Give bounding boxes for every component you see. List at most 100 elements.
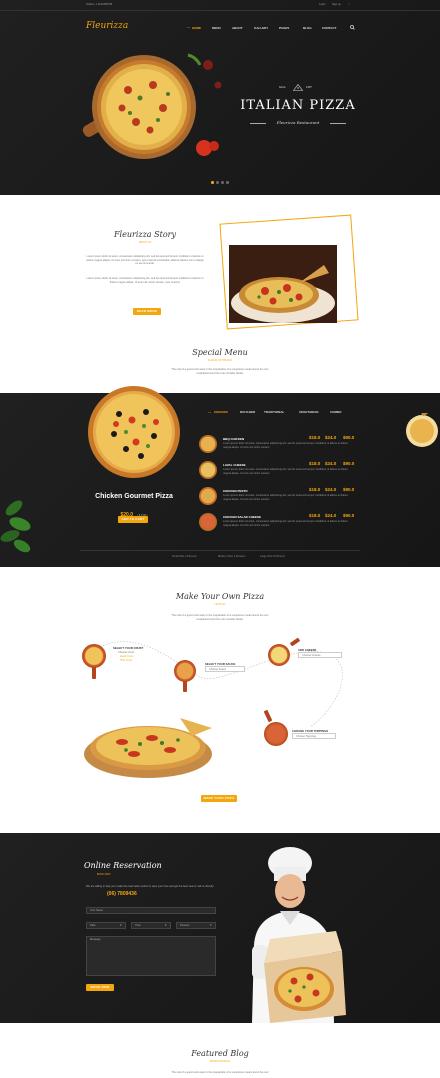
hotline-text: Hotline: 1-0123456789 [86,3,113,6]
menu-item-price-3: $90.0 [343,487,355,492]
special-sub: FLAVOR OF THE DAY [207,359,233,362]
story-paragraph-2: Lorem ipsum dolor sit amet, consectetur … [86,277,204,284]
menu-item-price-3: $90.0 [343,513,355,518]
reservation-title: Online Reservation [84,861,162,870]
make-pizza-image [84,718,212,778]
story-paragraph-1: Lorem ipsum dolor sit amet, consectetur … [86,255,204,266]
blog-sub: FROM OUR BLOG [209,1060,231,1063]
make-your-own-section: Make Your Own Pizza LET'S GO The role of… [0,567,440,833]
pizza-slice-icon [293,84,303,91]
reservation-phone[interactable]: (06) 7809436 [107,891,137,897]
slider-dot[interactable] [216,181,219,184]
tab-chicken[interactable]: CHICKEN [214,410,228,414]
menu-item-name: LAVAL CHEESE [223,463,246,467]
story-pizza-image [229,245,337,323]
menu-item-thumb [199,461,217,479]
size-medium: Medium Size 4 Persons [218,555,246,558]
menu-item-price-1: $18.0 [309,435,321,440]
menu-item-price-3: $90.0 [343,461,355,466]
nav-active-marker: — [187,25,190,29]
menu-item-price-2: $24.0 [325,513,337,518]
story-section: Fleurizza Story ABOUT US Lorem ipsum dol… [0,195,440,335]
chef-image [252,847,346,1023]
cart-icon[interactable]: ⌂ [348,3,350,7]
crust-label: SELECT YOUR CRUST [113,646,144,650]
login-link[interactable]: Login [319,3,325,7]
menu-item[interactable]: BBQ CHICKEN $18.0 $24.0 $90.0 Lorem ipsu… [199,435,359,455]
sauce-step: SELECT YOUR SAUCE Choose Sauce [174,660,254,696]
tab-combo[interactable]: COMBO [330,410,342,414]
nav-menu[interactable]: MENU [212,26,221,30]
nav-pages[interactable]: PAGES [279,26,289,30]
tab-traditional[interactable]: TRADITIONAL [264,410,284,414]
nav-contact[interactable]: CONTACT [322,26,336,30]
menu-item-desc: Lorem ipsum dolor sit amet, consectetur … [223,494,348,501]
hero-divider-right [330,123,346,124]
nav-about[interactable]: ABOUT [232,26,243,30]
search-icon[interactable] [350,25,355,30]
cheese-pan-image [268,644,290,666]
menu-item-price-2: $24.0 [325,487,337,492]
since-year: 1987 [306,86,312,89]
sauce-bowl-decoration [406,413,438,447]
toppings-handle [263,709,273,723]
tab-doucher[interactable]: DOUCHER [240,410,255,414]
signup-link[interactable]: Sign up [332,3,341,7]
blog-title: Featured Blog [191,1049,249,1058]
name-input[interactable]: Your Name [86,907,216,914]
toppings-step: CHOOSE YOUR TOPPINGS Choose Toppings [262,709,362,752]
reservation-section: Online Reservation BOOK NOW We are willi… [0,833,440,1023]
reservation-sub: BOOK NOW [97,873,111,876]
nav-home[interactable]: HOME [192,26,201,30]
hero-divider-left [250,123,266,124]
size-large: Large Size 8 Persons [260,555,285,558]
menu-item[interactable]: CHICKEN SALAD CHEESE $18.0 $24.0 $90.0 L… [199,513,359,533]
tab-active-marker: — [208,410,211,414]
story-title: Fleurizza Story [114,230,176,239]
menu-item-name: BBQ CHICKEN [223,437,245,441]
size-legend: Small Size 2 Persons Medium Size 4 Perso… [80,550,360,558]
slider-dots [211,181,231,184]
menu-item-desc: Lorem ipsum dolor sit amet, consectetur … [223,520,348,527]
menu-item-price-1: $18.0 [309,461,321,466]
menu-item-thumb [199,435,217,453]
menu-tabs: — CHICKEN DOUCHER TRADITIONAL VEGETARIAN… [208,410,358,416]
featured-pizza-name: Chicken Gourmet Pizza [95,493,173,500]
menu-item-thumb [199,513,217,531]
toppings-select[interactable]: Choose Toppings [292,733,336,739]
book-now-button[interactable]: BOOK NOW [86,984,114,991]
blog-desc-1: The role of a good cook ware in the prep… [171,1071,269,1074]
crust-handle [92,667,96,679]
crust-option[interactable]: Thin Crust [120,659,132,663]
hero-title: ITALIAN PIZZA [240,98,356,113]
cheese-select[interactable]: Choose Cheese [298,652,342,658]
menu-item-thumb [199,487,217,505]
sauce-select[interactable]: Choose Sauce [205,666,245,672]
sauce-handle [183,681,187,692]
special-desc-2: emphasized and the one consider ideals. [196,372,244,375]
basil-decoration [0,500,31,553]
make-your-pizza-button[interactable]: MAKE YOUR PIZZA [201,795,237,802]
menu-item-desc: Lorem ipsum dolor sit amet, consectetur … [223,442,348,449]
slider-dot[interactable] [226,181,229,184]
nav-gallery[interactable]: GALLERY [254,26,268,30]
add-to-cart-button[interactable]: ADD TO CART [118,516,148,523]
nav-blog[interactable]: BLOG [303,26,312,30]
since-label: Since [279,86,286,89]
menu-item[interactable]: CHICKEN PESTO $18.0 $24.0 $90.0 Lorem ip… [199,487,359,507]
menu-item[interactable]: LAVAL CHEESE $18.0 $24.0 $90.0 Lorem ips… [199,461,359,481]
slider-dot[interactable] [211,181,214,184]
make-desc-2: emphasized and the one consider ideals. [196,618,244,621]
menu-item-desc: Lorem ipsum dolor sit amet, consectetur … [223,468,348,475]
menu-item-price-2: $24.0 [325,435,337,440]
menu-item-price-1: $18.0 [309,487,321,492]
logo[interactable]: Fleurizza [86,21,128,31]
message-textarea[interactable]: Message [86,936,216,976]
chevron-down-icon: ▾ [165,923,167,927]
slider-dot[interactable] [221,181,224,184]
main-nav: — HOME MENU ABOUT GALLERY PAGES BLOG CON… [187,25,348,31]
read-more-button[interactable]: READ MORE [133,308,161,315]
tab-vegetarian[interactable]: VEGETARIAN [299,410,318,414]
sauce-pan-image [174,660,196,682]
menu-item-name: CHICKEN SALAD CHEESE [223,515,262,519]
